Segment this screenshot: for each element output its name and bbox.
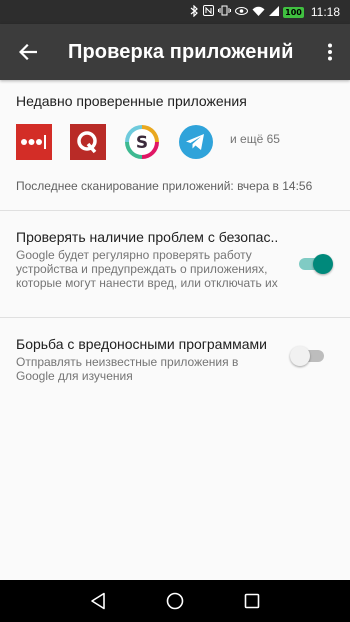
- nfc-icon: [203, 5, 215, 19]
- battery-icon: 100: [283, 6, 304, 18]
- back-button[interactable]: [0, 24, 56, 80]
- setting-malware-protection-summary: Отправлять неизвестные приложения в Goog…: [16, 355, 239, 383]
- nav-back-button[interactable]: [86, 589, 110, 613]
- system-nav-bar: [0, 580, 350, 622]
- arrow-back-icon: [19, 44, 37, 60]
- recent-apps-section[interactable]: Недавно проверенные приложения S и ещё 6…: [0, 80, 350, 210]
- recents-square-icon: [244, 593, 259, 609]
- vibrate-icon: [218, 5, 232, 19]
- bluetooth-icon: [190, 4, 199, 20]
- cellular-signal-icon: [269, 5, 280, 19]
- nav-home-button[interactable]: [163, 589, 187, 613]
- home-circle-icon: [166, 592, 184, 610]
- svg-text:S: S: [136, 133, 148, 153]
- wifi-icon: [252, 6, 265, 19]
- setting-security-scan[interactable]: Проверять наличие проблем с безопас.. Go…: [0, 211, 350, 317]
- setting-malware-protection[interactable]: Борьба с вредоносными программами Отправ…: [0, 318, 350, 388]
- app-bar: Проверка приложений: [0, 24, 350, 80]
- setting-security-scan-title: Проверять наличие проблем с безопас..: [16, 229, 279, 245]
- recent-apps-title: Недавно проверенные приложения: [16, 93, 247, 109]
- last-scan-text: Последнее сканирование приложений: вчера…: [16, 179, 313, 193]
- more-apps-count: и ещё 65: [230, 132, 280, 146]
- overflow-menu-button[interactable]: [310, 24, 350, 80]
- page-title: Проверка приложений: [68, 40, 294, 63]
- nav-recents-button[interactable]: [240, 589, 264, 613]
- setting-security-scan-summary: Google будет регулярно проверять работу …: [16, 248, 278, 290]
- status-bar: 100 11:18: [0, 0, 350, 24]
- toggle-thumb: [290, 346, 310, 366]
- back-triangle-icon: [91, 592, 106, 610]
- toggle-thumb: [313, 254, 333, 274]
- quora-app-icon: [70, 124, 106, 160]
- malware-protection-toggle[interactable]: [290, 346, 326, 366]
- recent-apps-row: S и ещё 65: [16, 124, 280, 160]
- telegram-app-icon: [178, 124, 214, 160]
- eye-comfort-icon: [235, 6, 249, 19]
- slack-app-icon: S: [124, 124, 160, 160]
- security-scan-toggle[interactable]: [297, 254, 333, 274]
- setting-malware-protection-title: Борьба с вредоносными программами: [16, 336, 267, 352]
- lastpass-app-icon: [16, 124, 52, 160]
- clock: 11:18: [310, 5, 340, 19]
- more-vert-icon: [328, 43, 332, 61]
